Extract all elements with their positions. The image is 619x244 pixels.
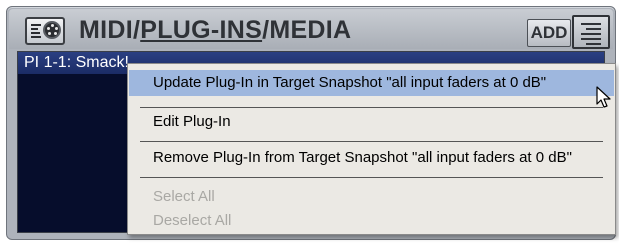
title-media: /MEDIA (262, 16, 352, 44)
panel-header: MIDI/PLUG-INS/MEDIA ADD (9, 9, 613, 49)
menu-item-update-plugin[interactable]: Update Plug-In in Target Snapshot "all i… (129, 70, 614, 96)
midi-din-icon[interactable] (25, 17, 65, 45)
title-plugins: PLUG-INS (140, 16, 263, 44)
menu-separator (140, 141, 603, 142)
menu-separator (140, 107, 603, 108)
menu-item-edit-plugin[interactable]: Edit Plug-In (129, 109, 614, 135)
list-menu-icon[interactable] (572, 15, 610, 49)
plugin-slot-label: PI 1-1: Smack! (24, 54, 129, 71)
context-menu: Update Plug-In in Target Snapshot "all i… (127, 63, 616, 235)
menu-item-select-all: Select All (153, 188, 215, 205)
menu-item-remove-plugin[interactable]: Remove Plug-In from Target Snapshot "all… (129, 145, 614, 171)
panel-title: MIDI/PLUG-INS/MEDIA (79, 15, 351, 45)
menu-separator (140, 177, 603, 178)
add-button[interactable]: ADD (527, 19, 571, 47)
title-midi: MIDI/ (79, 16, 141, 44)
mouse-pointer-icon (596, 86, 611, 108)
menu-item-deselect-all: Deselect All (153, 212, 232, 229)
